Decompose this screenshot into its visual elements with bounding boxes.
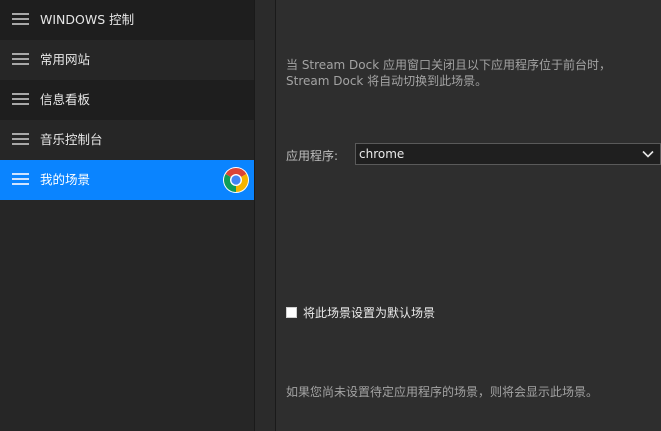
default-scene-label: 将此场景设置为默认场景: [303, 306, 436, 320]
scene-item-my-scene[interactable]: 我的场景: [0, 160, 254, 200]
chrome-icon: [222, 166, 250, 194]
chevron-down-icon: [642, 150, 654, 158]
default-scene-checkbox[interactable]: [286, 307, 297, 318]
drag-handle-icon[interactable]: [12, 13, 29, 26]
drag-handle-icon[interactable]: [12, 173, 29, 186]
scene-item-info-board[interactable]: 信息看板: [0, 80, 254, 120]
scene-item-music-console[interactable]: 音乐控制台: [0, 120, 254, 160]
application-row: 应用程序:: [286, 143, 340, 167]
auto-switch-description: 当 Stream Dock 应用窗口关闭且以下应用程序位于前台时，Stream …: [286, 58, 611, 88]
application-select-value: chrome: [359, 147, 405, 161]
scene-item-label: 常用网站: [40, 52, 91, 67]
fallback-hint: 如果您尚未设置待定应用程序的场景，则将会显示此场景。: [286, 385, 599, 399]
drag-handle-icon[interactable]: [12, 53, 29, 66]
scene-item-label: WINDOWS 控制: [40, 12, 135, 27]
application-select[interactable]: chrome: [355, 143, 661, 165]
scene-list-sidebar: WINDOWS 控制 常用网站 信息看板 音乐控制台 我的场景: [0, 0, 254, 431]
scene-item-label: 信息看板: [40, 92, 91, 107]
scene-item-label: 音乐控制台: [40, 132, 103, 147]
pane-divider: [254, 0, 276, 431]
drag-handle-icon[interactable]: [12, 133, 29, 146]
scene-item-windows-control[interactable]: WINDOWS 控制: [0, 0, 254, 40]
drag-handle-icon[interactable]: [12, 93, 29, 106]
stream-dock-scene-settings: WINDOWS 控制 常用网站 信息看板 音乐控制台 我的场景 当 Stream…: [0, 0, 661, 431]
scene-settings-pane: 当 Stream Dock 应用窗口关闭且以下应用程序位于前台时，Stream …: [276, 0, 661, 431]
scene-item-common-websites[interactable]: 常用网站: [0, 40, 254, 80]
application-label: 应用程序:: [286, 148, 339, 163]
scene-item-label: 我的场景: [40, 172, 91, 187]
default-scene-option[interactable]: 将此场景设置为默认场景: [286, 304, 435, 321]
